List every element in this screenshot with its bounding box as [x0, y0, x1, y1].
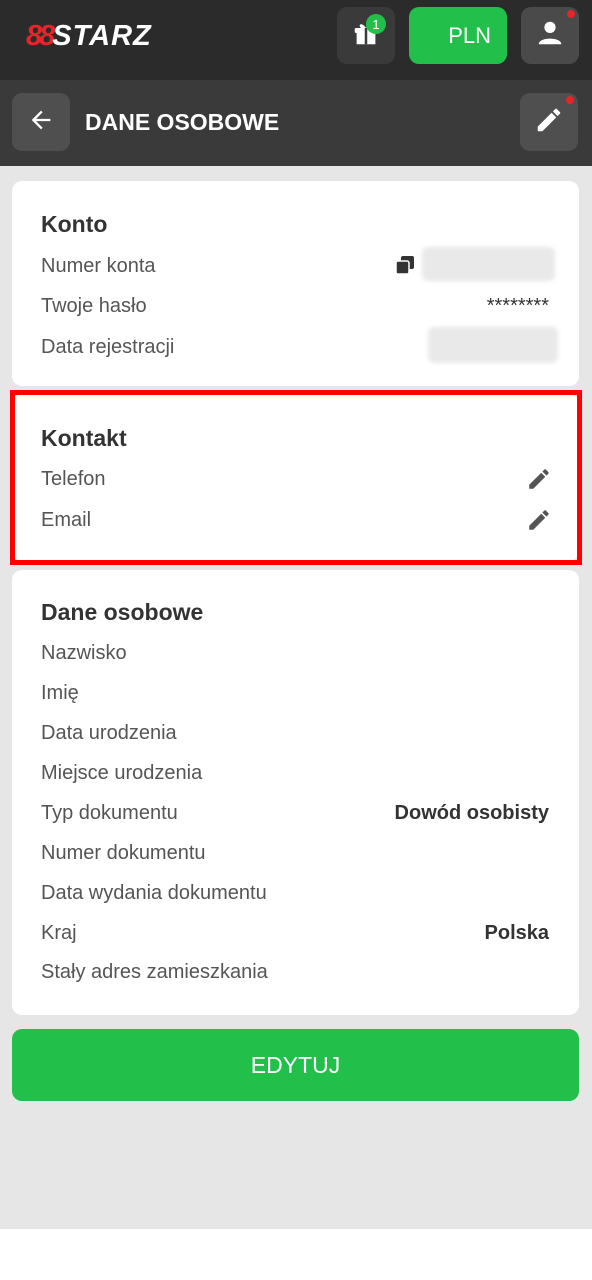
- password-value: ********: [486, 295, 549, 317]
- logo[interactable]: 88 STARZ: [26, 18, 152, 54]
- account-title: Konto: [41, 211, 108, 237]
- first-name-label: Imię: [41, 682, 79, 704]
- logo-text: STARZ: [52, 19, 152, 52]
- currency-button[interactable]: PLN: [409, 7, 507, 64]
- edit-button[interactable]: EDYTUJ: [12, 1029, 579, 1101]
- sub-header: DANE OSOBOWE: [0, 80, 592, 166]
- account-number-value-redacted: [422, 247, 555, 281]
- surname-label: Nazwisko: [41, 642, 127, 664]
- page-title: DANE OSOBOWE: [85, 109, 280, 135]
- user-button[interactable]: [521, 7, 579, 64]
- personal-data-title: Dane osobowe: [41, 599, 204, 625]
- gift-button[interactable]: 1: [337, 7, 395, 64]
- registration-date-value-redacted: [428, 327, 558, 363]
- document-issue-date-label: Data wydania dokumentu: [41, 882, 267, 904]
- document-type-value: Dowód osobisty: [394, 802, 549, 824]
- document-type-label: Typ dokumentu: [41, 802, 178, 824]
- user-icon: [535, 18, 565, 53]
- back-button[interactable]: [12, 93, 70, 151]
- pencil-icon: [534, 105, 564, 140]
- account-card: Konto Numer konta Twoje hasło ******** D…: [12, 181, 579, 386]
- birth-place-label: Miejsce urodzenia: [41, 762, 203, 784]
- personal-data-card: Dane osobowe Nazwisko Imię Data urodzeni…: [12, 570, 579, 1015]
- country-label: Kraj: [41, 922, 77, 944]
- arrow-left-icon: [27, 106, 55, 139]
- edit-profile-button[interactable]: [520, 93, 578, 151]
- registration-date-label: Data rejestracji: [41, 336, 175, 358]
- gift-count-badge: 1: [366, 14, 386, 34]
- birth-date-label: Data urodzenia: [41, 722, 177, 744]
- logo-mark: 88: [26, 19, 55, 52]
- address-label: Stały adres zamieszkania: [41, 961, 268, 983]
- copy-icon[interactable]: [393, 253, 417, 282]
- password-label: Twoje hasło: [41, 295, 147, 317]
- highlight-frame: [10, 390, 582, 565]
- account-number-label: Numer konta: [41, 255, 156, 277]
- country-value: Polska: [484, 922, 549, 944]
- content-area: Konto Numer konta Twoje hasło ******** D…: [0, 166, 592, 1229]
- notification-dot: [567, 10, 575, 18]
- top-bar: 88 STARZ 1 PLN: [0, 0, 592, 80]
- notification-dot: [566, 96, 574, 104]
- document-number-label: Numer dokumentu: [41, 842, 206, 864]
